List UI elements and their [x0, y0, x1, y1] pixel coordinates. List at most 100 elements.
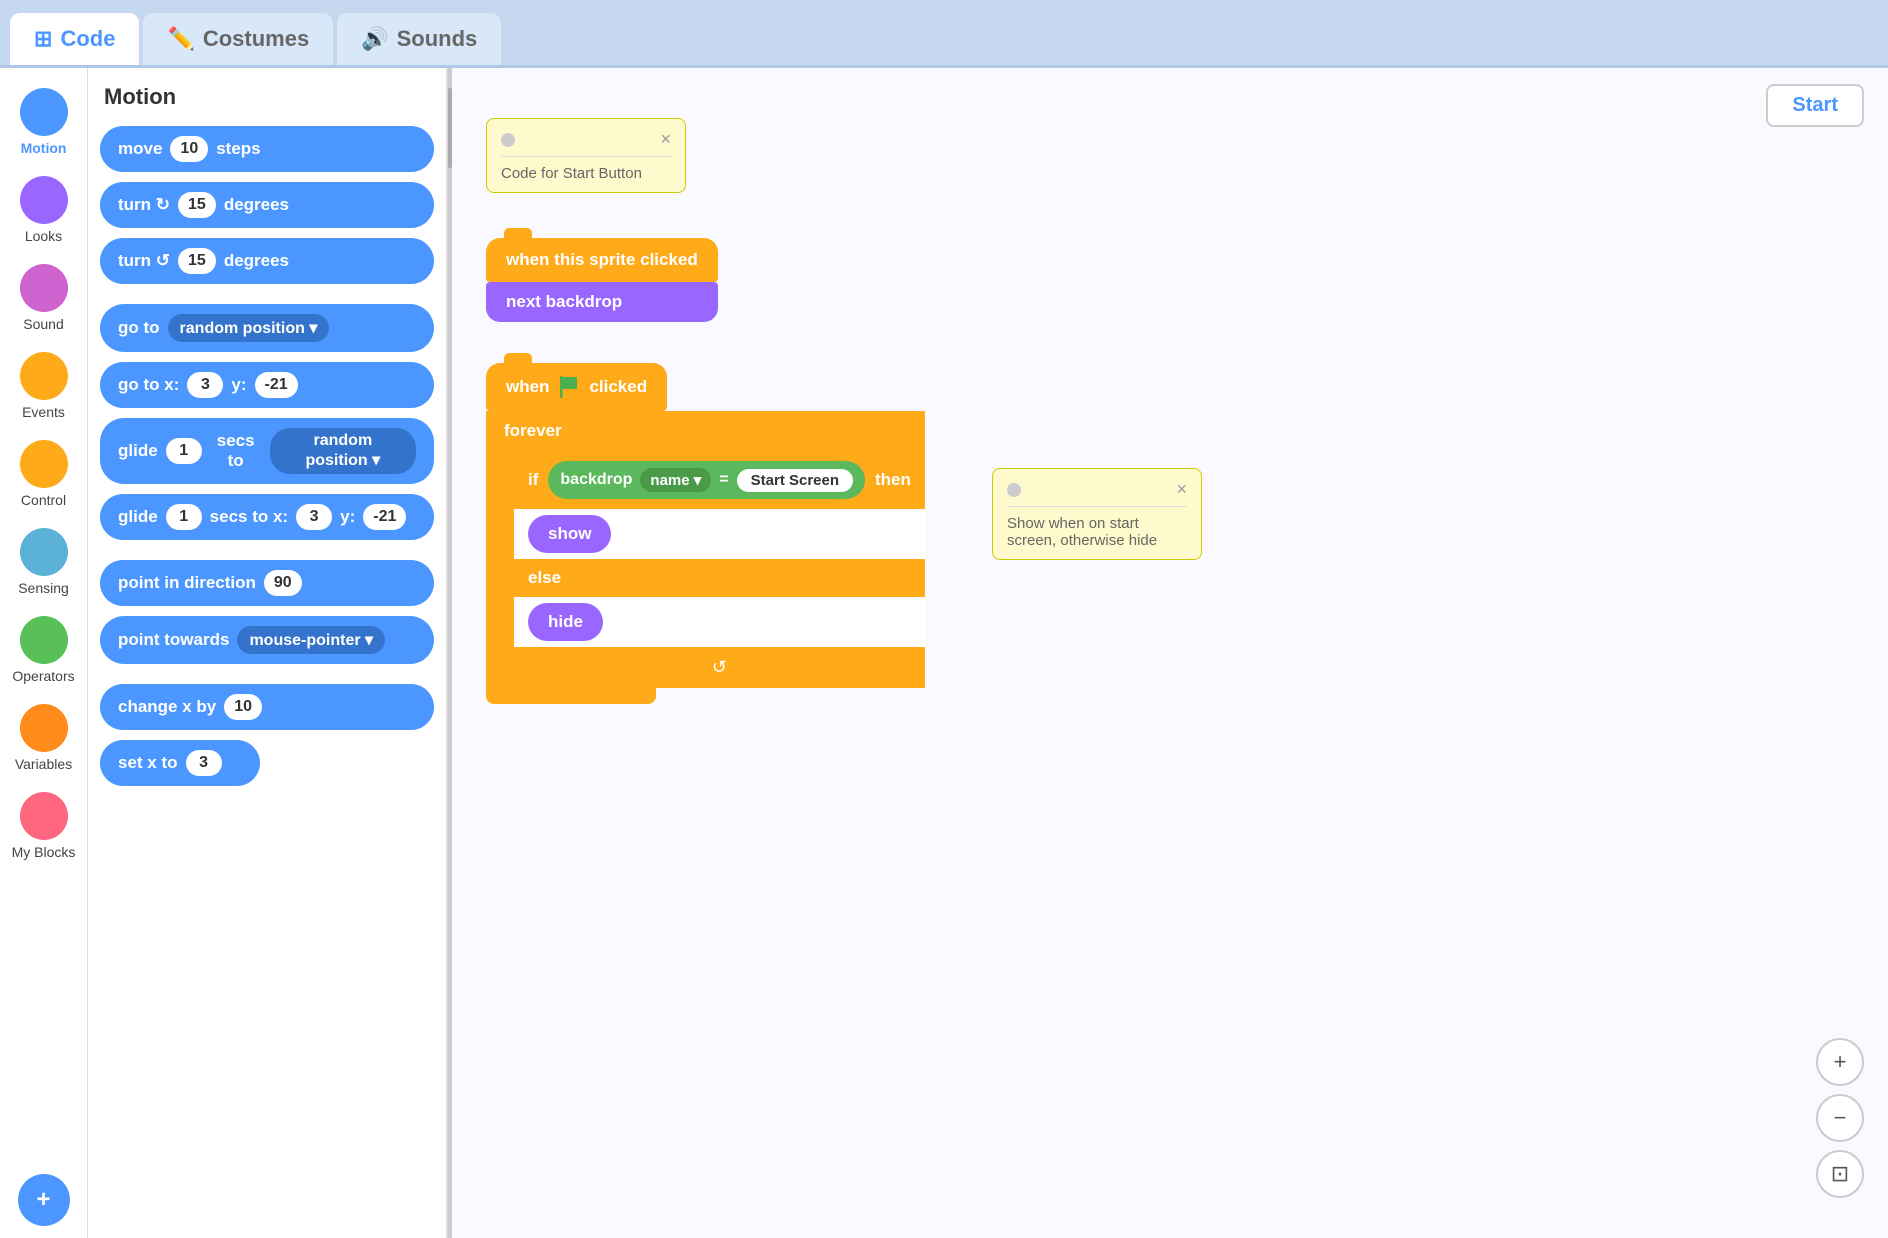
zoom-controls: + − ⊡ [1816, 1038, 1864, 1198]
start-button[interactable]: Start [1766, 84, 1864, 127]
comment-start-button[interactable]: × Code for Start Button [486, 118, 686, 193]
tab-code[interactable]: ⊞ Code [10, 13, 139, 65]
forever-block[interactable]: forever if backdrop name ▾ = Start Scree… [486, 411, 925, 688]
show-block[interactable]: show [528, 515, 611, 553]
equals-sign: = [719, 471, 728, 489]
add-extension-button[interactable]: + [18, 1174, 70, 1226]
zoom-in-button[interactable]: + [1816, 1038, 1864, 1086]
forever-label: forever [504, 421, 562, 440]
sidebar-item-looks[interactable]: Looks [0, 168, 87, 252]
tab-bar: ⊞ Code ✏️ Costumes 🔊 Sounds [0, 0, 1888, 68]
tab-code-label: Code [60, 26, 115, 52]
block-set-x[interactable]: set x to 3 [100, 740, 260, 786]
else-body: hide [514, 597, 925, 647]
clicked-label: clicked [589, 377, 647, 397]
name-dropdown[interactable]: name ▾ [640, 468, 711, 492]
loop-arrow-icon: ↺ [712, 657, 727, 678]
sidebar-my-blocks-label: My Blocks [12, 844, 76, 860]
next-backdrop-label: next backdrop [506, 292, 622, 311]
motion-icon [20, 88, 68, 136]
sidebar-item-control[interactable]: Control [0, 432, 87, 516]
sidebar-bottom: + [18, 1174, 70, 1238]
if-else-block[interactable]: if backdrop name ▾ = Start Screen then [514, 451, 925, 688]
sidebar-sensing-label: Sensing [18, 580, 69, 596]
comment-dot [501, 133, 515, 147]
block-point-towards[interactable]: point towards mouse-pointer ▾ [100, 616, 434, 664]
comment-show-hide[interactable]: × Show when on start screen, otherwise h… [992, 468, 1202, 560]
else-label: else [528, 568, 561, 587]
block-point-direction[interactable]: point in direction 90 [100, 560, 434, 606]
when-sprite-clicked-block[interactable]: when this sprite clicked [486, 238, 718, 282]
sidebar-item-motion[interactable]: Motion [0, 80, 87, 164]
tab-sounds-label: Sounds [397, 26, 478, 52]
sidebar-variables-label: Variables [15, 756, 72, 772]
my-blocks-icon [20, 792, 68, 840]
code-icon: ⊞ [34, 26, 52, 52]
variables-icon [20, 704, 68, 752]
then-label: then [875, 470, 911, 490]
tab-costumes[interactable]: ✏️ Costumes [143, 13, 333, 65]
if-footer: ↺ [514, 647, 925, 688]
sound-icon [20, 264, 68, 312]
sidebar: Motion Looks Sound Events Control Sensin… [0, 68, 88, 1238]
sidebar-item-events[interactable]: Events [0, 344, 87, 428]
sidebar-motion-label: Motion [21, 140, 67, 156]
block-change-x[interactable]: change x by 10 [100, 684, 434, 730]
comment-close-icon-2[interactable]: × [1176, 479, 1187, 500]
block-go-to-xy[interactable]: go to x: 3 y: -21 [100, 362, 434, 408]
block-move[interactable]: move 10 steps [100, 126, 434, 172]
tab-costumes-label: Costumes [203, 26, 309, 52]
sidebar-events-label: Events [22, 404, 65, 420]
sensing-icon [20, 528, 68, 576]
when-flag-clicked-block[interactable]: when clicked [486, 363, 667, 411]
sidebar-item-sound[interactable]: Sound [0, 256, 87, 340]
zoom-fit-button[interactable]: ⊡ [1816, 1150, 1864, 1198]
if-body: show [514, 509, 925, 559]
next-backdrop-block[interactable]: next backdrop [486, 282, 718, 322]
sidebar-sound-label: Sound [23, 316, 63, 332]
else-bar: else [514, 559, 925, 597]
zoom-out-button[interactable]: − [1816, 1094, 1864, 1142]
block-turn-ccw[interactable]: turn ↺ 15 degrees [100, 238, 434, 284]
palette-title: Motion [100, 84, 434, 110]
comment-show-text[interactable]: Show when on start screen, otherwise hid… [1007, 515, 1187, 549]
blocks-palette: Motion move 10 steps turn ↻ 15 degrees t… [88, 68, 448, 1238]
sidebar-item-my-blocks[interactable]: My Blocks [0, 784, 87, 868]
sidebar-item-sensing[interactable]: Sensing [0, 520, 87, 604]
operators-icon [20, 616, 68, 664]
if-label: if [528, 470, 538, 490]
events-icon [20, 352, 68, 400]
block-glide-random[interactable]: glide 1 secs to random position ▾ [100, 418, 434, 484]
if-header: if backdrop name ▾ = Start Screen then [514, 451, 925, 509]
looks-icon [20, 176, 68, 224]
sounds-icon: 🔊 [361, 26, 388, 52]
hide-label: hide [548, 612, 583, 631]
sidebar-item-variables[interactable]: Variables [0, 696, 87, 780]
condition-block[interactable]: backdrop name ▾ = Start Screen [548, 461, 865, 499]
comment-close-icon[interactable]: × [660, 129, 671, 150]
when-label: when [506, 377, 549, 397]
when-sprite-clicked-label: when this sprite clicked [506, 250, 698, 270]
hide-block[interactable]: hide [528, 603, 603, 641]
block-go-to[interactable]: go to random position ▾ [100, 304, 434, 352]
backdrop-label: backdrop [560, 471, 632, 489]
control-icon [20, 440, 68, 488]
show-label: show [548, 524, 591, 543]
sidebar-operators-label: Operators [12, 668, 74, 684]
costumes-icon: ✏️ [167, 26, 194, 52]
flag-clicked-stack: when clicked forever if [486, 363, 925, 704]
sprite-clicked-stack: when this sprite clicked next backdrop [486, 238, 718, 322]
sidebar-item-operators[interactable]: Operators [0, 608, 87, 692]
sidebar-control-label: Control [21, 492, 66, 508]
comment-start-text[interactable]: Code for Start Button [501, 165, 671, 182]
block-glide-xy[interactable]: glide 1 secs to x: 3 y: -21 [100, 494, 434, 540]
green-flag-icon [557, 375, 581, 399]
start-screen-value[interactable]: Start Screen [737, 469, 853, 492]
code-canvas[interactable]: Start × Code for Start Button when this … [452, 68, 1888, 1238]
block-turn-cw[interactable]: turn ↻ 15 degrees [100, 182, 434, 228]
sidebar-looks-label: Looks [25, 228, 62, 244]
comment-dot-2 [1007, 483, 1021, 497]
tab-sounds[interactable]: 🔊 Sounds [337, 13, 501, 65]
main-layout: Motion Looks Sound Events Control Sensin… [0, 68, 1888, 1238]
forever-cap [486, 688, 656, 704]
